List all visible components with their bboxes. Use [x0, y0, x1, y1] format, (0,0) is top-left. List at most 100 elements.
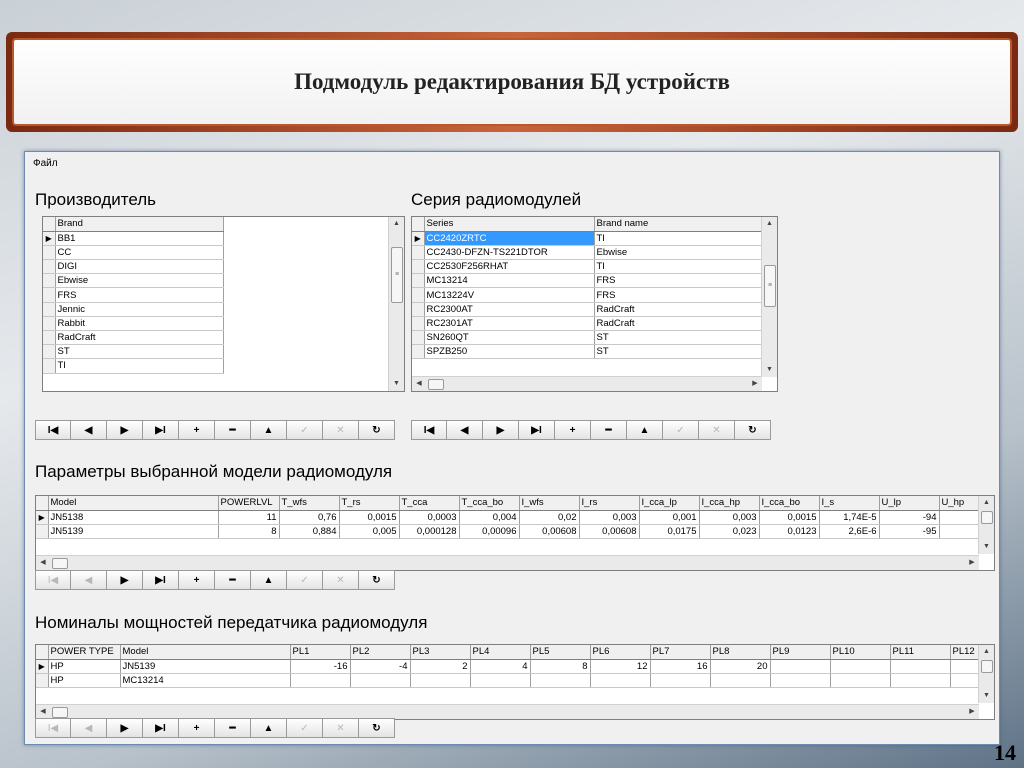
- table-cell[interactable]: RadCraft: [594, 316, 763, 332]
- refresh-icon[interactable]: ↻: [359, 718, 395, 738]
- scroll-right-icon[interactable]: ▶: [965, 556, 979, 570]
- table-cell[interactable]: RC2300AT: [424, 302, 595, 317]
- table-row[interactable]: ST: [43, 344, 224, 360]
- column-header[interactable]: T_rs: [339, 496, 400, 511]
- table-cell[interactable]: BB1: [55, 231, 224, 246]
- table-row[interactable]: HP MC13214: [36, 673, 994, 689]
- edit-icon[interactable]: ▲: [251, 420, 287, 440]
- table-cell[interactable]: MC13224V: [424, 287, 595, 303]
- table-cell[interactable]: 8: [530, 659, 591, 674]
- column-header[interactable]: Model: [120, 645, 291, 660]
- prior-icon[interactable]: ◀: [71, 420, 107, 440]
- column-header[interactable]: PL2: [350, 645, 411, 660]
- table-cell[interactable]: ST: [594, 344, 763, 360]
- column-header[interactable]: PL7: [650, 645, 711, 660]
- table-row[interactable]: Rabbit: [43, 316, 224, 332]
- last-icon[interactable]: ▶I: [143, 420, 179, 440]
- table-cell[interactable]: -16: [290, 659, 351, 674]
- table-row[interactable]: SPZB250 ST: [412, 344, 763, 360]
- prior-icon[interactable]: ◀: [71, 718, 107, 738]
- table-cell[interactable]: 1,74E-5: [819, 510, 880, 525]
- series-vertical-scrollbar[interactable]: ▲ ≡ ▼: [761, 217, 777, 377]
- table-cell[interactable]: [650, 673, 711, 689]
- refresh-icon[interactable]: ↻: [359, 420, 395, 440]
- cancel-icon[interactable]: ✕: [699, 420, 735, 440]
- table-cell[interactable]: ST: [594, 330, 763, 346]
- table-row[interactable]: MC13224V FRS: [412, 287, 763, 303]
- table-row[interactable]: FRS: [43, 287, 224, 303]
- table-cell[interactable]: 0,004: [459, 510, 520, 525]
- column-header[interactable]: T_wfs: [279, 496, 340, 511]
- table-cell[interactable]: [830, 673, 891, 689]
- table-cell[interactable]: MC13214: [424, 273, 595, 289]
- table-row[interactable]: RadCraft: [43, 330, 224, 346]
- table-cell[interactable]: 0,00608: [519, 524, 580, 540]
- prior-icon[interactable]: ◀: [447, 420, 483, 440]
- params-vertical-scrollbar[interactable]: ▲ ▼: [978, 496, 994, 554]
- table-row[interactable]: ▶ CC2420ZRTC TI: [412, 231, 763, 246]
- scroll-right-icon[interactable]: ▶: [965, 705, 979, 719]
- edit-icon[interactable]: ▲: [627, 420, 663, 440]
- table-row[interactable]: SN260QT ST: [412, 330, 763, 346]
- table-cell[interactable]: -94: [879, 510, 940, 525]
- cancel-icon[interactable]: ✕: [323, 420, 359, 440]
- column-header[interactable]: I_cca_hp: [699, 496, 760, 511]
- table-row[interactable]: ▶ BB1: [43, 231, 224, 246]
- post-icon[interactable]: ✓: [663, 420, 699, 440]
- scroll-thumb[interactable]: [981, 511, 993, 524]
- cancel-icon[interactable]: ✕: [323, 718, 359, 738]
- table-cell[interactable]: TI: [594, 259, 763, 275]
- cancel-icon[interactable]: ✕: [323, 570, 359, 590]
- table-cell[interactable]: Rabbit: [55, 316, 224, 332]
- table-cell[interactable]: 0,02: [519, 510, 580, 525]
- table-cell[interactable]: [590, 673, 651, 689]
- first-icon[interactable]: I◀: [35, 420, 71, 440]
- column-header[interactable]: Series: [424, 217, 595, 232]
- table-cell[interactable]: CC: [55, 245, 224, 261]
- insert-icon[interactable]: +: [555, 420, 591, 440]
- insert-icon[interactable]: +: [179, 420, 215, 440]
- column-header[interactable]: PL1: [290, 645, 351, 660]
- scroll-thumb[interactable]: ≡: [764, 265, 776, 307]
- column-header[interactable]: U_lp: [879, 496, 940, 511]
- first-icon[interactable]: I◀: [35, 570, 71, 590]
- params-grid[interactable]: Model POWERLVL T_wfs T_rs T_cca T_cca_bo I_wfs…: [35, 495, 995, 571]
- edit-icon[interactable]: ▲: [251, 718, 287, 738]
- column-header[interactable]: Brand: [55, 217, 224, 232]
- last-icon[interactable]: ▶I: [143, 718, 179, 738]
- table-cell[interactable]: FRS: [594, 273, 763, 289]
- table-row[interactable]: MC13214 FRS: [412, 273, 763, 289]
- next-icon[interactable]: ▶: [107, 570, 143, 590]
- power-horizontal-scrollbar[interactable]: ◀ ▶: [36, 704, 979, 719]
- table-cell[interactable]: JN5139: [120, 659, 291, 674]
- table-cell[interactable]: [890, 659, 951, 674]
- column-header[interactable]: I_cca_lp: [639, 496, 700, 511]
- table-cell[interactable]: 0,003: [699, 510, 760, 525]
- insert-icon[interactable]: +: [179, 718, 215, 738]
- column-header[interactable]: PL4: [470, 645, 531, 660]
- column-header[interactable]: PL10: [830, 645, 891, 660]
- table-row[interactable]: ▶ HP JN5139 -16 -4 2 4 8 12 16 20: [36, 659, 994, 674]
- scroll-thumb[interactable]: [428, 379, 444, 390]
- brand-vertical-scrollbar[interactable]: ▲ ≡ ▼: [388, 217, 404, 391]
- table-cell[interactable]: 2: [410, 659, 471, 674]
- scroll-left-icon[interactable]: ◀: [36, 556, 50, 570]
- table-cell[interactable]: 0,0003: [399, 510, 460, 525]
- table-cell[interactable]: [770, 673, 831, 689]
- last-icon[interactable]: ▶I: [143, 570, 179, 590]
- column-header[interactable]: PL9: [770, 645, 831, 660]
- table-cell[interactable]: [710, 673, 771, 689]
- table-row[interactable]: CC2430-DFZN-TS221DTOR Ebwise: [412, 245, 763, 261]
- table-cell[interactable]: JN5139: [48, 524, 219, 540]
- table-cell[interactable]: TI: [55, 358, 224, 374]
- table-cell[interactable]: 0,003: [579, 510, 640, 525]
- table-cell[interactable]: TI: [594, 231, 763, 246]
- table-cell[interactable]: SN260QT: [424, 330, 595, 346]
- scroll-thumb[interactable]: [981, 660, 993, 673]
- first-icon[interactable]: I◀: [411, 420, 447, 440]
- next-icon[interactable]: ▶: [483, 420, 519, 440]
- table-cell[interactable]: -95: [879, 524, 940, 540]
- table-cell[interactable]: [890, 673, 951, 689]
- table-cell[interactable]: 0,00608: [579, 524, 640, 540]
- table-row[interactable]: RC2300AT RadCraft: [412, 302, 763, 317]
